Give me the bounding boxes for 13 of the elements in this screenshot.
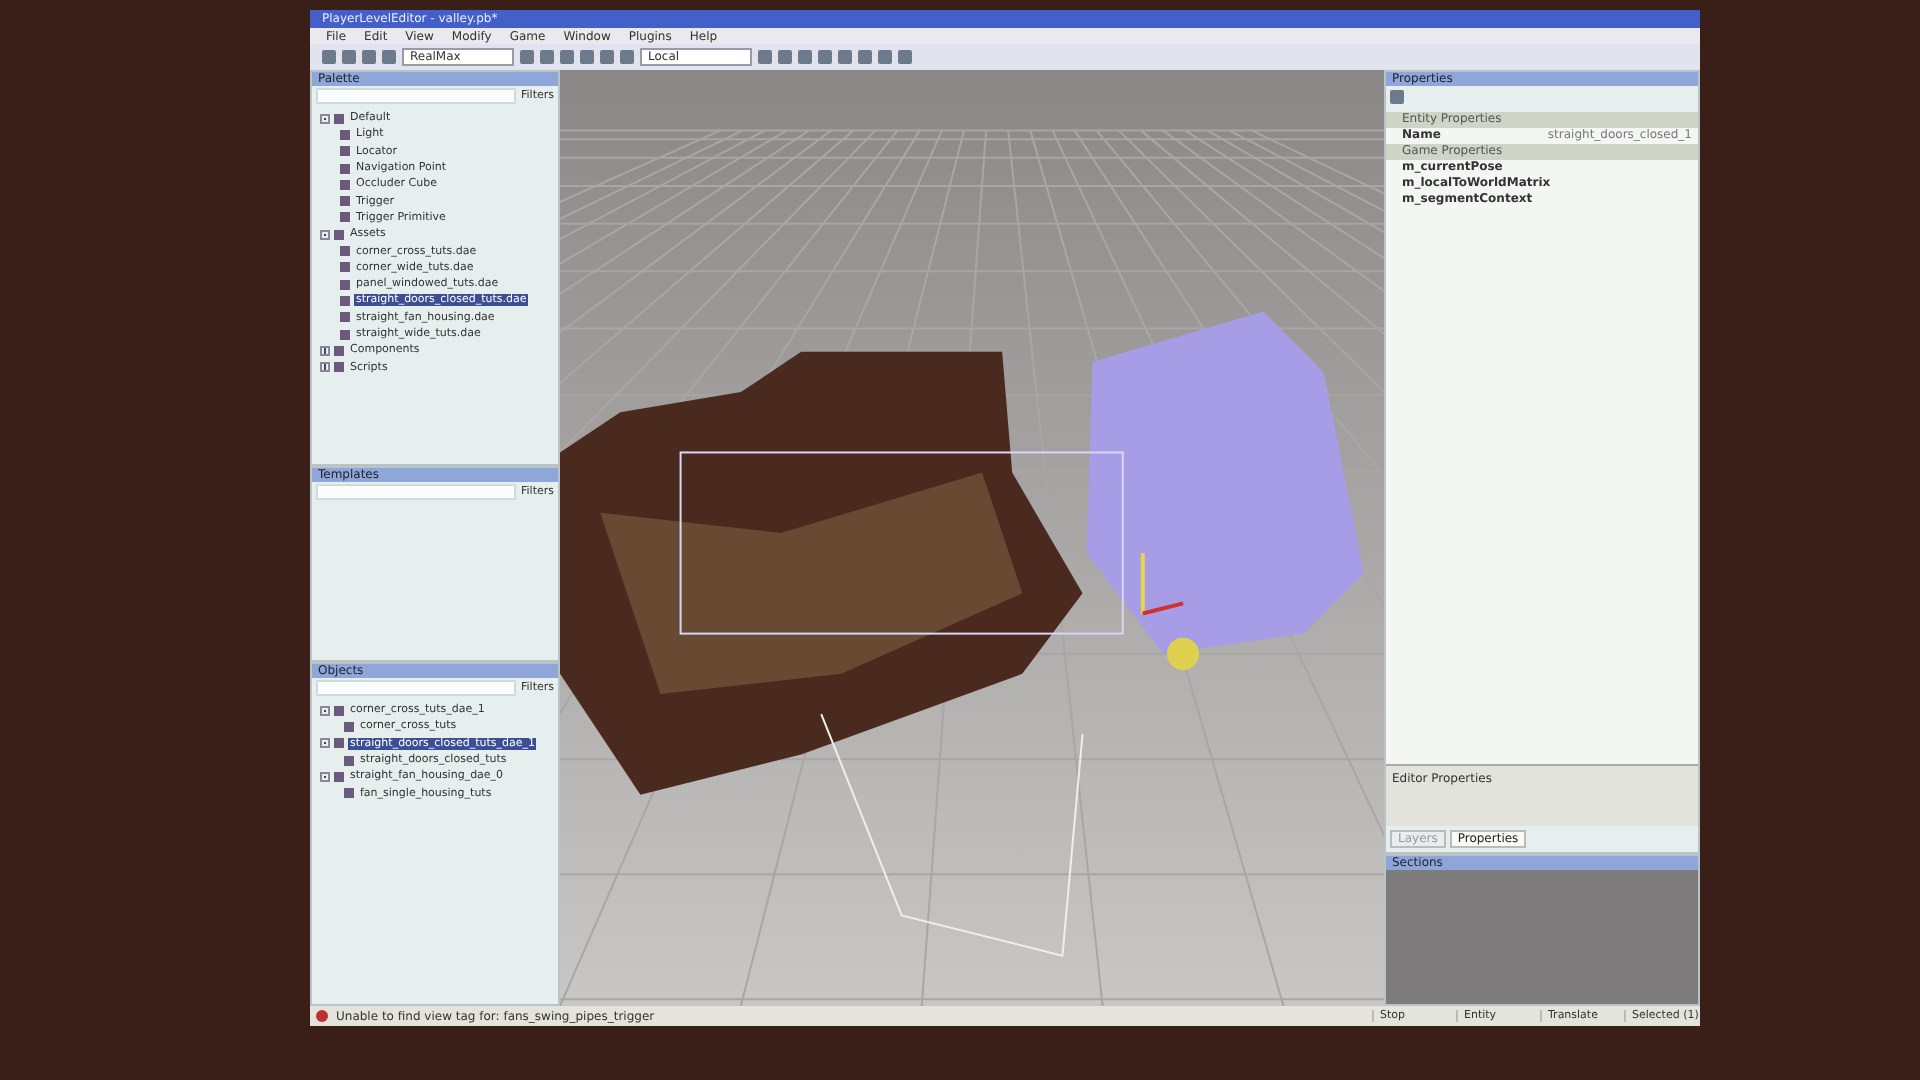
expander-icon[interactable]	[320, 345, 330, 356]
expander-icon[interactable]	[320, 738, 330, 749]
sort-icon[interactable]	[1390, 90, 1404, 104]
expander-icon[interactable]	[320, 113, 330, 124]
3d-viewport-drawing[interactable]	[560, 70, 1384, 1006]
expander-icon[interactable]	[320, 229, 330, 240]
search-field[interactable]	[316, 680, 515, 696]
search-field[interactable]	[316, 88, 515, 104]
expander-icon[interactable]	[320, 705, 330, 716]
expander-icon[interactable]	[320, 771, 330, 782]
expander-icon[interactable]	[320, 362, 330, 373]
search-field[interactable]	[316, 484, 515, 500]
error-icon	[316, 1010, 328, 1022]
